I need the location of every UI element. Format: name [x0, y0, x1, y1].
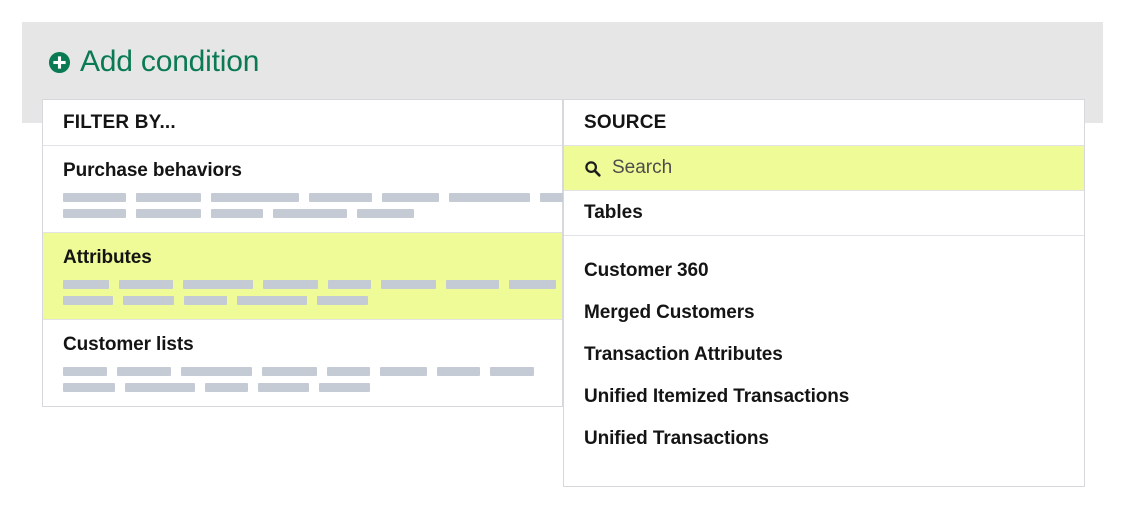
filter-group-purchase-behaviors[interactable]: Purchase behaviors [43, 146, 603, 233]
placeholder-bar [183, 280, 253, 289]
placeholder-bar [449, 193, 530, 202]
source-title: SOURCE [584, 111, 667, 133]
placeholder-bar [262, 367, 317, 376]
filter-group-label: Purchase behaviors [63, 160, 242, 181]
placeholder-bar [382, 193, 439, 202]
placeholder-bar-row [43, 209, 562, 218]
search-input[interactable]: Search [612, 157, 672, 179]
placeholder-bar [211, 209, 263, 218]
placeholder-bar [63, 383, 115, 392]
placeholder-bar [263, 280, 318, 289]
tables-label: Tables [584, 202, 643, 223]
placeholder-bar [63, 367, 107, 376]
placeholder-bar [205, 383, 248, 392]
source-tables-header: Tables [564, 191, 1084, 236]
add-condition-button[interactable]: Add condition [48, 47, 259, 77]
placeholder-bar [317, 296, 368, 305]
placeholder-bar [136, 209, 201, 218]
placeholder-bar-row [43, 193, 603, 202]
add-condition-label: Add condition [80, 45, 260, 78]
source-search-row[interactable]: Search [564, 146, 1084, 191]
placeholder-bar [237, 296, 307, 305]
filter-group-label: Customer lists [63, 334, 194, 355]
placeholder-bar [63, 296, 113, 305]
placeholder-bar [211, 193, 299, 202]
placeholder-bar [181, 367, 252, 376]
list-item[interactable]: Customer 360 [564, 250, 1084, 292]
placeholder-bar [63, 280, 109, 289]
placeholder-bar [273, 209, 347, 218]
filter-group-customer-lists[interactable]: Customer lists [43, 320, 562, 406]
placeholder-bar [357, 209, 414, 218]
placeholder-bar [437, 367, 480, 376]
placeholder-bar-row [43, 296, 562, 305]
placeholder-bar [125, 383, 195, 392]
filter-by-title: FILTER BY... [63, 111, 176, 133]
placeholder-bar [184, 296, 227, 305]
placeholder-bar [258, 383, 309, 392]
placeholder-bar [381, 280, 436, 289]
placeholder-bar-row [43, 280, 610, 289]
placeholder-bar [117, 367, 171, 376]
placeholder-bar [123, 296, 174, 305]
placeholder-bar [380, 367, 427, 376]
placeholder-bar-row [43, 367, 562, 376]
placeholder-bar [136, 193, 201, 202]
source-panel: SOURCE Search Tables Customer 360 Merged… [563, 99, 1085, 487]
placeholder-bar [309, 193, 372, 202]
placeholder-bar [63, 193, 126, 202]
placeholder-bar-row [43, 383, 562, 392]
source-table-list: Customer 360 Merged Customers Transactio… [564, 236, 1084, 460]
placeholder-bar [119, 280, 173, 289]
plus-circle-icon [48, 51, 71, 73]
placeholder-bar [509, 280, 556, 289]
filter-by-header: FILTER BY... [43, 100, 562, 146]
list-item[interactable]: Merged Customers [564, 292, 1084, 334]
search-icon [585, 160, 601, 177]
filter-group-attributes[interactable]: Attributes [43, 233, 610, 320]
placeholder-bar [319, 383, 370, 392]
list-item[interactable]: Unified Itemized Transactions [564, 376, 1084, 418]
placeholder-bar [327, 367, 370, 376]
list-item[interactable]: Transaction Attributes [564, 334, 1084, 376]
placeholder-bar [328, 280, 371, 289]
list-item[interactable]: Unified Transactions [564, 418, 1084, 460]
source-header: SOURCE [564, 100, 1084, 146]
placeholder-bar [490, 367, 534, 376]
filter-by-panel: FILTER BY... Purchase behaviors Attribut… [42, 99, 610, 407]
filter-group-label: Attributes [63, 247, 152, 268]
placeholder-bar [63, 209, 126, 218]
placeholder-bar [446, 280, 499, 289]
